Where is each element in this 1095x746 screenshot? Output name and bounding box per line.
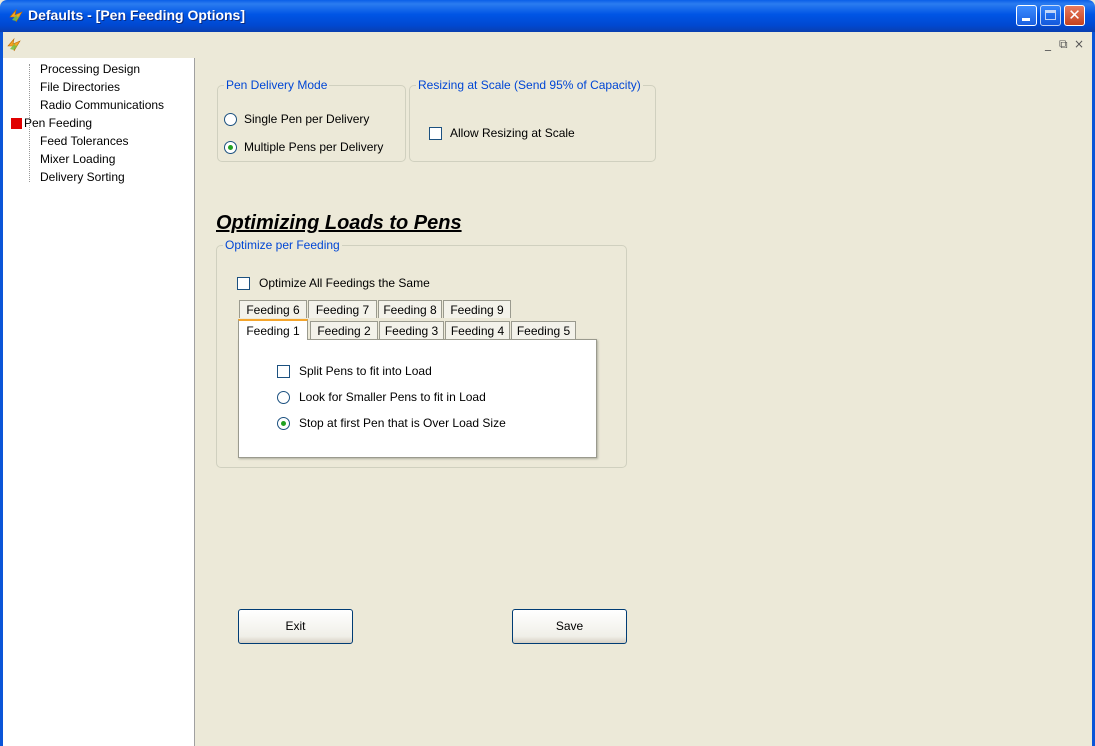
split-pens-checkbox[interactable] [277,365,290,378]
multiple-pens-radio[interactable] [224,141,237,154]
window-title: Defaults - [Pen Feeding Options] [28,7,246,23]
look-smaller-radio[interactable] [277,391,290,404]
optimize-all-label: Optimize All Feedings the Same [259,276,430,290]
resizing-at-scale-group: Resizing at Scale (Send 95% of Capacity)… [409,78,656,162]
single-pen-label: Single Pen per Delivery [244,112,370,126]
look-smaller-label: Look for Smaller Pens to fit in Load [299,390,486,404]
tree-item-label: Mixer Loading [40,152,116,166]
allow-resizing-checkbox[interactable] [429,127,442,140]
tab-feeding-5[interactable]: Feeding 5 [511,321,576,339]
navigation-tree: Processing Design File Directories Radio… [3,58,195,746]
title-bar[interactable]: Defaults - [Pen Feeding Options] ✕ [0,0,1095,32]
mdi-restore-icon[interactable]: ⧉ [1059,37,1068,52]
tab-feeding-2[interactable]: Feeding 2 [310,321,378,339]
group-legend: Optimize per Feeding [225,238,340,252]
tree-item-label: Pen Feeding [24,116,93,130]
group-legend: Resizing at Scale (Send 95% of Capacity) [418,78,641,92]
mdi-app-icon[interactable] [6,37,22,53]
maximize-button[interactable] [1040,5,1061,26]
tab-feeding-4[interactable]: Feeding 4 [445,321,510,339]
allow-resizing-label: Allow Resizing at Scale [450,126,575,140]
section-heading: Optimizing Loads to Pens [216,212,462,234]
save-button[interactable]: Save [512,609,627,644]
tree-item-label: Feed Tolerances [40,134,129,148]
group-legend: Pen Delivery Mode [226,78,328,92]
selected-marker-icon [11,118,22,129]
tree-item-label: Radio Communications [40,98,165,112]
close-button[interactable]: ✕ [1064,5,1085,26]
mdi-close-icon[interactable]: × [1074,37,1084,51]
tab-feeding-7[interactable]: Feeding 7 [308,300,377,318]
minimize-button[interactable] [1016,5,1037,26]
tab-feeding-9[interactable]: Feeding 9 [443,300,511,318]
exit-button[interactable]: Exit [238,609,353,644]
multiple-pens-label: Multiple Pens per Delivery [244,140,384,154]
tab-feeding-8[interactable]: Feeding 8 [378,300,442,318]
tab-feeding-3[interactable]: Feeding 3 [379,321,444,339]
split-pens-label: Split Pens to fit into Load [299,364,432,378]
content-panel: Pen Delivery Mode Single Pen per Deliver… [195,58,1092,746]
tree-item-label: File Directories [40,80,121,94]
stop-first-radio[interactable] [277,417,290,430]
tree-item-label: Processing Design [40,62,141,76]
mdi-minimize-icon[interactable]: _ [1045,37,1051,51]
stop-first-label: Stop at first Pen that is Over Load Size [299,416,506,430]
single-pen-radio[interactable] [224,113,237,126]
mdi-menu-strip: _ ⧉ × [0,32,1095,59]
feeding-tab-panel: Split Pens to fit into Load Look for Sma… [238,339,597,458]
close-icon: ✕ [1068,6,1081,24]
tab-feeding-6[interactable]: Feeding 6 [239,300,307,318]
optimize-all-checkbox[interactable] [237,277,250,290]
minimize-icon [1022,18,1030,21]
pen-delivery-mode-group: Pen Delivery Mode Single Pen per Deliver… [217,78,406,162]
maximize-icon [1045,10,1056,20]
app-logo-icon [9,8,23,23]
tree-item-label: Delivery Sorting [40,170,125,184]
tab-feeding-1[interactable]: Feeding 1 [238,319,308,340]
